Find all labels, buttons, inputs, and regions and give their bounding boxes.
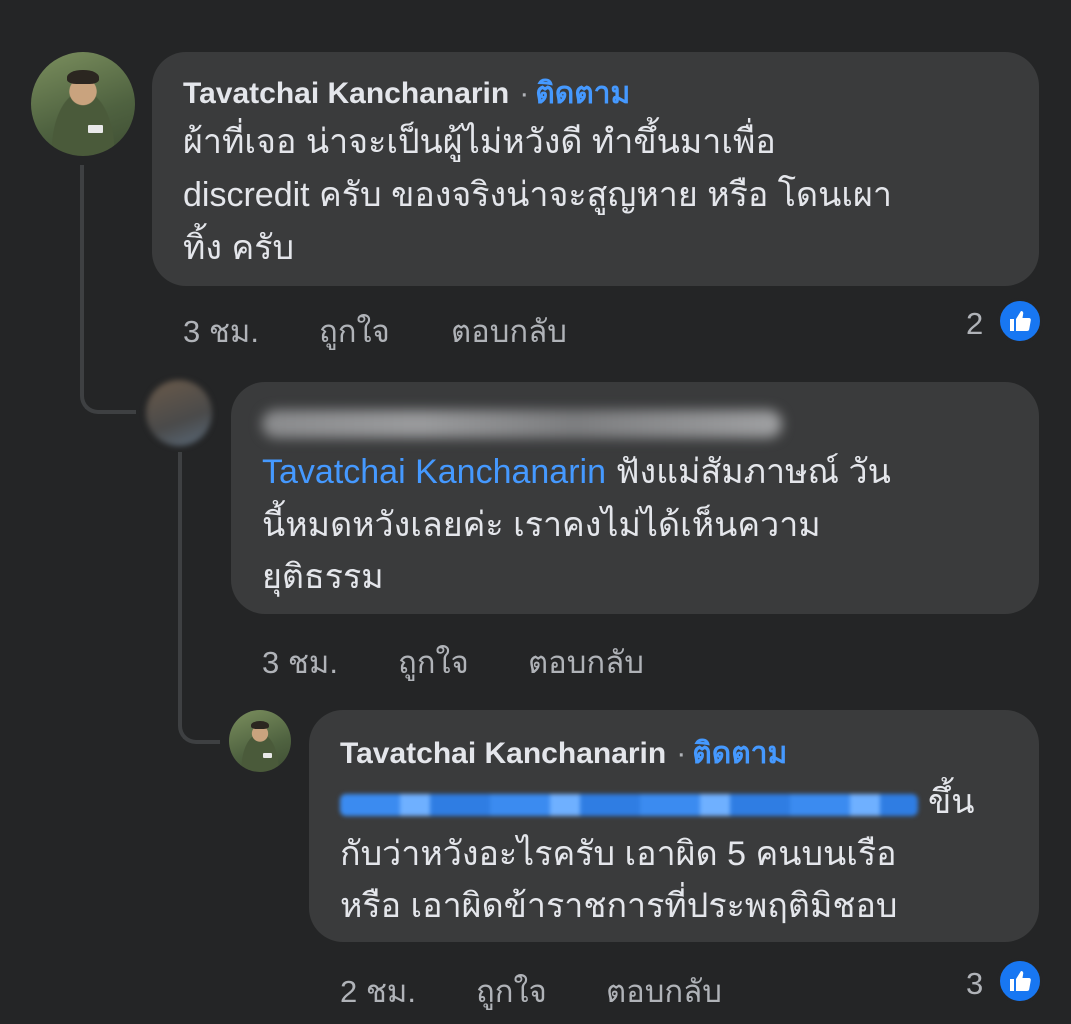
timestamp[interactable]: 3 ชม. [183, 306, 259, 356]
avatar[interactable] [31, 52, 135, 156]
like-count[interactable]: 2 [966, 306, 983, 342]
follow-link[interactable]: ติดตาม [535, 77, 630, 110]
avatar-blurred[interactable] [146, 380, 212, 446]
separator-dot: · [519, 77, 530, 110]
reply-text-line: ขึ้น [928, 783, 975, 821]
timestamp[interactable]: 3 ชม. [262, 637, 338, 687]
avatar-hair [250, 720, 270, 730]
avatar[interactable] [229, 710, 291, 772]
thread-connector-reply-2 [178, 700, 220, 744]
comment-text-line: ผ้าที่เจอ น่าจะเป็นผู้ไม่หวังดี ทำขึ้นมา… [183, 123, 776, 161]
thread-connector-reply-1 [80, 370, 136, 414]
author-name[interactable]: Tavatchai Kanchanarin [183, 77, 509, 110]
comment-text-line: ทิ้ง ครับ [183, 229, 295, 267]
reply-text-line: Tavatchai Kanchanarin ฟังแม่สัมภาษณ์ วัน [262, 446, 891, 498]
reply-action[interactable]: ตอบกลับ [606, 966, 722, 1016]
reply-text-line: ยุติธรรม [262, 558, 384, 596]
comment-actions: 3 ชม. ถูกใจ ตอบกลับ [262, 637, 762, 680]
thumbs-up-icon[interactable] [997, 958, 1043, 1004]
comment-header: Tavatchai Kanchanarin · ติดตาม [340, 730, 787, 777]
mention-link-redacted[interactable] [340, 794, 918, 816]
reply-text-line: หรือ เอาผิดข้าราชการที่ประพฤติมิชอบ [340, 887, 898, 925]
comment-actions: 3 ชม. ถูกใจ ตอบกลับ [183, 306, 683, 349]
comment-header: Tavatchai Kanchanarin · ติดตาม [183, 70, 630, 117]
follow-link[interactable]: ติดตาม [692, 737, 787, 770]
avatar-name-tag [88, 124, 103, 134]
thread-line-main [80, 165, 84, 385]
comment-actions: 2 ชม. ถูกใจ ตอบกลับ [340, 966, 840, 1009]
mention-link[interactable]: Tavatchai Kanchanarin [262, 453, 606, 491]
thread-line-reply [178, 452, 182, 712]
comment-text-line: discredit ครับ ของจริงน่าจะสูญหาย หรือ โ… [183, 176, 893, 214]
timestamp[interactable]: 2 ชม. [340, 966, 416, 1016]
reply-text-line: นี้หมดหวังเลยค่ะ เราคงไม่ได้เห็นความ [262, 506, 821, 544]
reply-text: ฟังแม่สัมภาษณ์ วัน [606, 453, 891, 491]
like-action[interactable]: ถูกใจ [476, 966, 547, 1016]
like-count[interactable]: 3 [966, 966, 983, 1002]
avatar-hair [67, 69, 99, 85]
avatar-name-tag [263, 753, 272, 759]
reply-action[interactable]: ตอบกลับ [528, 637, 644, 687]
reply-action[interactable]: ตอบกลับ [451, 306, 567, 356]
thumbs-up-icon[interactable] [997, 298, 1043, 344]
like-action[interactable]: ถูกใจ [398, 637, 469, 687]
author-name-redacted[interactable] [262, 410, 782, 438]
author-name[interactable]: Tavatchai Kanchanarin [340, 737, 666, 770]
reply-text-line: กับว่าหวังอะไรครับ เอาผิด 5 คนบนเรือ [340, 835, 897, 873]
separator-dot: · [676, 737, 687, 770]
like-action[interactable]: ถูกใจ [319, 306, 390, 356]
